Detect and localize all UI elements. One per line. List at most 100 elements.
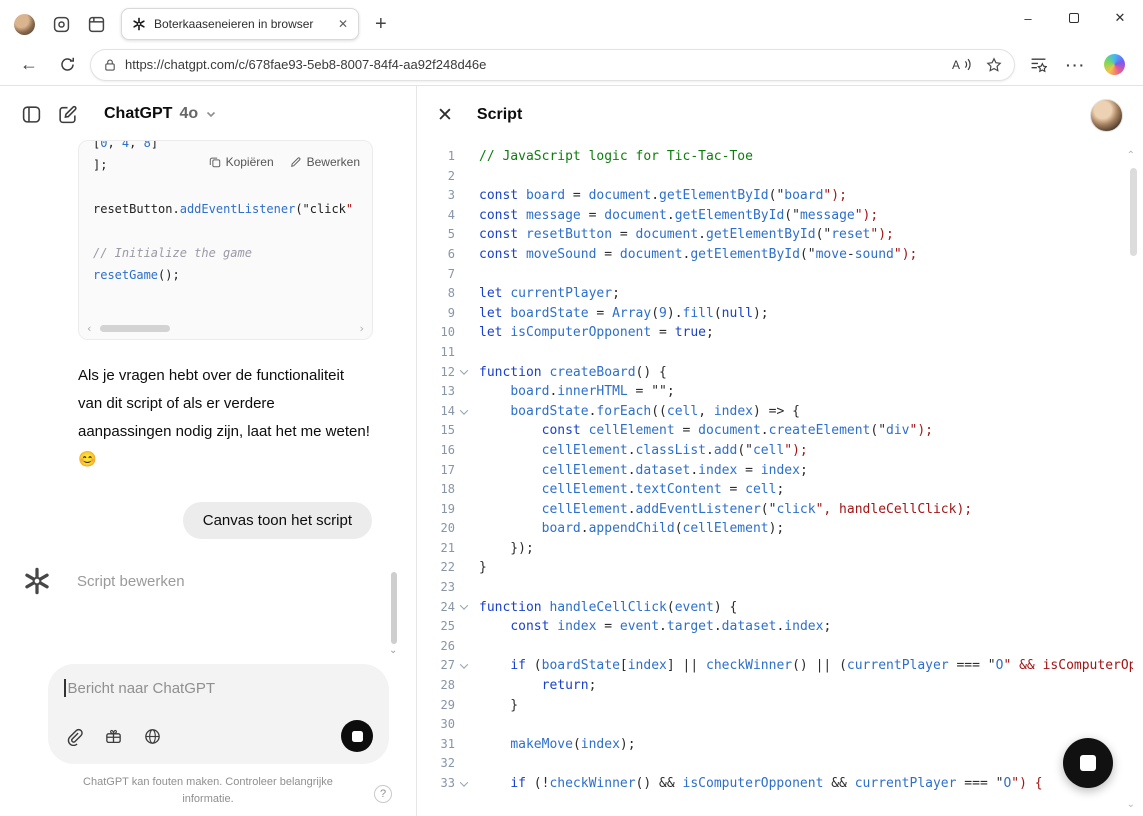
code-line[interactable]: 26: [429, 637, 1133, 657]
sidebar-toggle-icon[interactable]: [20, 103, 42, 125]
line-number: 24: [429, 598, 455, 618]
code-line[interactable]: 19 cellElement.addEventListener("click",…: [429, 500, 1133, 520]
back-button[interactable]: ←: [14, 50, 44, 80]
code-line[interactable]: 18 cellElement.textContent = cell;: [429, 480, 1133, 500]
line-number: 25: [429, 617, 455, 637]
code-line[interactable]: 1// JavaScript logic for Tic-Tac-Toe: [429, 147, 1133, 167]
line-number: 4: [429, 206, 455, 226]
hscroll-thumb[interactable]: [100, 325, 170, 332]
line-number: 16: [429, 441, 455, 461]
url-text[interactable]: https://chatgpt.com/c/678fae93-5eb8-8007…: [125, 57, 944, 72]
favorites-icon[interactable]: [1023, 50, 1053, 80]
message-input[interactable]: Bericht naar ChatGPT: [64, 679, 373, 697]
copilot-icon[interactable]: [1099, 50, 1129, 80]
fold-chevron-icon[interactable]: [455, 774, 472, 794]
user-avatar[interactable]: [1090, 99, 1123, 132]
tab-close-icon[interactable]: ✕: [336, 17, 350, 31]
line-number: 29: [429, 696, 455, 716]
line-number: 14: [429, 402, 455, 422]
canvas-close-icon[interactable]: ✕: [437, 106, 453, 125]
code-line[interactable]: 8let currentPlayer;: [429, 284, 1133, 304]
line-number: 7: [429, 265, 455, 285]
copy-code-button[interactable]: Kopiëren: [209, 155, 274, 169]
toolbox-icon[interactable]: [103, 726, 124, 747]
chat-scroll-down-icon[interactable]: ⌄: [389, 646, 399, 656]
canvas-stop-button[interactable]: [1063, 738, 1113, 788]
new-chat-icon[interactable]: [56, 103, 78, 125]
globe-icon[interactable]: [142, 726, 163, 747]
code-line[interactable]: 28 return;: [429, 676, 1133, 696]
code-line[interactable]: 10let isComputerOpponent = true;: [429, 323, 1133, 343]
read-aloud-icon[interactable]: A: [952, 57, 972, 72]
code-line[interactable]: 12function createBoard() {: [429, 363, 1133, 383]
attach-icon[interactable]: [64, 726, 85, 747]
code-line[interactable]: 9let boardState = Array(9).fill(null);: [429, 304, 1133, 324]
chat-messages: Kopiëren Bewerken [0, 4, 8]];resetButton…: [0, 132, 416, 664]
code-line[interactable]: 11: [429, 343, 1133, 363]
code-line[interactable]: 7: [429, 265, 1133, 285]
fold-chevron-icon[interactable]: [455, 656, 472, 676]
code-line[interactable]: 33 if (!checkWinner() && isComputerOppon…: [429, 774, 1133, 794]
fold-spacer: [455, 696, 472, 716]
code-line[interactable]: 31 makeMove(index);: [429, 735, 1133, 755]
code-line[interactable]: 30: [429, 715, 1133, 735]
scroll-right-icon[interactable]: ›: [358, 323, 365, 334]
code-line[interactable]: 16 cellElement.classList.add("cell");: [429, 441, 1133, 461]
edit-code-button[interactable]: Bewerken: [290, 155, 360, 169]
code-line[interactable]: 4const message = document.getElementById…: [429, 206, 1133, 226]
browser-profile-avatar[interactable]: [14, 14, 35, 35]
fold-chevron-icon[interactable]: [455, 402, 472, 422]
minimize-button[interactable]: –: [1005, 0, 1051, 36]
line-number: 8: [429, 284, 455, 304]
line-number: 6: [429, 245, 455, 265]
line-number: 32: [429, 754, 455, 774]
code-line[interactable]: 5const resetButton = document.getElement…: [429, 225, 1133, 245]
code-line[interactable]: 13 board.innerHTML = "";: [429, 382, 1133, 402]
code-line[interactable]: 22}: [429, 558, 1133, 578]
canvas-title: Script: [477, 106, 1090, 124]
fold-spacer: [455, 206, 472, 226]
fold-spacer: [455, 519, 472, 539]
new-tab-button[interactable]: +: [375, 14, 387, 34]
code-line[interactable]: 25 const index = event.target.dataset.in…: [429, 617, 1133, 637]
code-line[interactable]: 15 const cellElement = document.createEl…: [429, 421, 1133, 441]
fold-spacer: [455, 441, 472, 461]
help-button[interactable]: ?: [374, 785, 392, 803]
code-line[interactable]: 21 });: [429, 539, 1133, 559]
refresh-button[interactable]: [52, 50, 82, 80]
bookmark-star-icon[interactable]: [986, 57, 1002, 73]
stop-button[interactable]: [341, 720, 373, 752]
chat-scrollbar-thumb[interactable]: [391, 572, 397, 644]
code-card: Kopiëren Bewerken [0, 4, 8]];resetButton…: [78, 140, 373, 340]
window-close-button[interactable]: ✕: [1097, 0, 1143, 36]
tab-actions-icon[interactable]: [87, 15, 105, 33]
chatgpt-logo-icon: [22, 566, 52, 596]
browser-tab[interactable]: Boterkaaseneieren in browser ✕: [121, 8, 359, 40]
code-line[interactable]: 27 if (boardState[index] || checkWinner(…: [429, 656, 1133, 676]
code-line[interactable]: 17 cellElement.dataset.index = index;: [429, 461, 1133, 481]
scroll-left-icon[interactable]: ‹: [86, 323, 93, 334]
code-line[interactable]: 20 board.appendChild(cellElement);: [429, 519, 1133, 539]
code-line[interactable]: 2: [429, 167, 1133, 187]
code-line[interactable]: 32: [429, 754, 1133, 774]
scrollbar-down-icon[interactable]: ⌄: [1127, 799, 1135, 810]
canvas-scrollbar-thumb[interactable]: [1130, 168, 1137, 256]
scrollbar-up-icon[interactable]: ⌃: [1127, 150, 1135, 161]
fold-chevron-icon[interactable]: [455, 598, 472, 618]
maximize-button[interactable]: [1051, 0, 1097, 36]
workspaces-icon[interactable]: [52, 15, 70, 33]
address-bar[interactable]: https://chatgpt.com/c/678fae93-5eb8-8007…: [90, 49, 1015, 81]
canvas-header: ✕ Script: [417, 86, 1143, 134]
code-editor[interactable]: 1// JavaScript logic for Tic-Tac-Toe23co…: [417, 134, 1143, 816]
code-line[interactable]: 3const board = document.getElementById("…: [429, 186, 1133, 206]
model-switcher[interactable]: ChatGPT 4o: [104, 105, 217, 123]
fold-chevron-icon[interactable]: [455, 363, 472, 383]
code-line[interactable]: 6const moveSound = document.getElementBy…: [429, 245, 1133, 265]
code-line[interactable]: 24function handleCellClick(event) {: [429, 598, 1133, 618]
code-line[interactable]: 14 boardState.forEach((cell, index) => {: [429, 402, 1133, 422]
code-line[interactable]: 23: [429, 578, 1133, 598]
assistant-message: Als je vragen hebt over de functionalite…: [78, 362, 372, 474]
code-line[interactable]: 29 }: [429, 696, 1133, 716]
code-horizontal-scrollbar[interactable]: ‹ ›: [86, 323, 365, 334]
settings-menu-icon[interactable]: ···: [1061, 50, 1091, 80]
